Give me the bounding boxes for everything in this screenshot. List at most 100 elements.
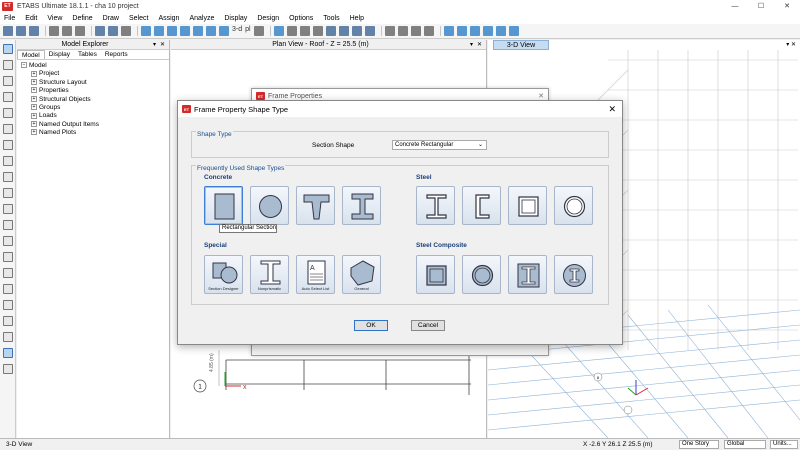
redo-icon[interactable] bbox=[62, 26, 72, 36]
undo-icon[interactable] bbox=[49, 26, 59, 36]
menu-edit[interactable]: Edit bbox=[25, 15, 37, 22]
zoom-fit-icon[interactable] bbox=[180, 26, 190, 36]
elevation-view-icon[interactable] bbox=[253, 26, 264, 36]
expand-icon[interactable]: + bbox=[31, 121, 37, 128]
draw-area-icon[interactable] bbox=[3, 204, 13, 214]
save-icon[interactable] bbox=[29, 26, 39, 36]
pin-icon[interactable]: ▾ bbox=[153, 41, 156, 48]
close-dialog-icon[interactable]: ✕ bbox=[608, 104, 616, 115]
concrete-rectangular-button[interactable] bbox=[204, 186, 243, 225]
tab-tables[interactable]: Tables bbox=[74, 50, 101, 59]
grid-icon[interactable] bbox=[443, 26, 454, 36]
tree-item-model[interactable]: − Model bbox=[21, 62, 165, 70]
plan-view-button[interactable]: pl bbox=[245, 26, 250, 36]
show-forces-icon[interactable] bbox=[397, 26, 408, 36]
story-dropdown[interactable]: One Story bbox=[679, 440, 719, 449]
close-panel-icon[interactable]: ✕ bbox=[160, 41, 165, 48]
3d-view-button[interactable]: 3-d bbox=[232, 26, 242, 36]
menu-analyze[interactable]: Analyze bbox=[189, 15, 214, 22]
draw-link-icon[interactable] bbox=[3, 220, 13, 230]
maximize-button[interactable]: ☐ bbox=[748, 0, 774, 12]
expand-icon[interactable]: + bbox=[31, 70, 37, 77]
tab-reports[interactable]: Reports bbox=[101, 50, 132, 59]
display-object-icon[interactable] bbox=[325, 26, 336, 36]
move-down-icon[interactable] bbox=[312, 26, 323, 36]
run-analysis-icon[interactable] bbox=[121, 26, 131, 36]
set-display-options-icon[interactable] bbox=[338, 26, 349, 36]
menu-help[interactable]: Help bbox=[350, 15, 364, 22]
tab-display[interactable]: Display bbox=[45, 50, 74, 59]
tree-item-project[interactable]: + Project bbox=[21, 70, 165, 78]
coord-system-dropdown[interactable]: Global bbox=[724, 440, 766, 449]
draw-rebar-icon[interactable] bbox=[3, 300, 13, 310]
pan-icon[interactable] bbox=[193, 26, 203, 36]
menu-tools[interactable]: Tools bbox=[323, 15, 339, 22]
open-icon[interactable] bbox=[16, 26, 26, 36]
tree-item-structure-layout[interactable]: + Structure Layout bbox=[21, 79, 165, 87]
section-shape-dropdown[interactable]: Concrete Rectangular ⌄ bbox=[392, 140, 487, 150]
menu-view[interactable]: View bbox=[47, 15, 62, 22]
steel-i-button[interactable] bbox=[416, 186, 455, 225]
auto-select-list-button[interactable]: A Auto Select List bbox=[296, 255, 335, 294]
frame-section-icon[interactable] bbox=[456, 26, 467, 36]
i-section-icon[interactable] bbox=[482, 26, 493, 36]
composite-encased-circle-button[interactable] bbox=[554, 255, 593, 294]
new-model-icon[interactable] bbox=[3, 26, 13, 36]
snap-icon[interactable] bbox=[3, 332, 13, 342]
draw-dimension-icon[interactable] bbox=[3, 236, 13, 246]
menu-draw[interactable]: Draw bbox=[103, 15, 119, 22]
show-deformed-icon[interactable] bbox=[384, 26, 395, 36]
tree-item-structural-objects[interactable]: + Structural Objects bbox=[21, 96, 165, 104]
close-window-button[interactable]: ✕ bbox=[774, 0, 800, 12]
draw-tendon-icon[interactable] bbox=[3, 284, 13, 294]
expand-icon[interactable]: + bbox=[31, 95, 37, 102]
reshape-icon[interactable] bbox=[3, 60, 13, 70]
tree-item-named-output-items[interactable]: + Named Output Items bbox=[21, 121, 165, 129]
show-tables-icon[interactable] bbox=[410, 26, 421, 36]
zoom-previous-icon[interactable] bbox=[206, 26, 216, 36]
menu-define[interactable]: Define bbox=[72, 15, 92, 22]
expand-icon[interactable]: + bbox=[31, 87, 37, 94]
zoom-window-icon[interactable] bbox=[141, 26, 151, 36]
expand-icon[interactable]: + bbox=[31, 112, 37, 119]
composite-filled-tube-button[interactable] bbox=[416, 255, 455, 294]
draw-joint-icon[interactable] bbox=[3, 316, 13, 326]
refresh-icon[interactable] bbox=[219, 26, 229, 36]
close-view-icon[interactable]: ✕ bbox=[791, 42, 796, 48]
units-button[interactable]: Units... bbox=[770, 440, 798, 449]
3d-view-tab[interactable]: 3-D View bbox=[493, 40, 549, 50]
design-icon[interactable] bbox=[423, 26, 434, 36]
steel-channel-button[interactable] bbox=[462, 186, 501, 225]
ok-button[interactable]: OK bbox=[354, 320, 388, 331]
extrude-icon[interactable] bbox=[364, 26, 375, 36]
draw-opening-icon[interactable] bbox=[3, 188, 13, 198]
concrete-tee-button[interactable] bbox=[296, 186, 335, 225]
tree-item-properties[interactable]: + Properties bbox=[21, 87, 165, 95]
draw-line-icon[interactable] bbox=[3, 124, 13, 134]
expand-icon[interactable]: + bbox=[31, 129, 37, 136]
draw-brace-icon[interactable] bbox=[3, 108, 13, 118]
pin-icon[interactable]: ▾ bbox=[786, 42, 789, 48]
draw-grid-icon[interactable] bbox=[3, 252, 13, 262]
snap-intersection-icon[interactable] bbox=[3, 364, 13, 374]
line-style-icon[interactable] bbox=[508, 26, 519, 36]
menu-design[interactable]: Design bbox=[257, 15, 279, 22]
menu-options[interactable]: Options bbox=[289, 15, 313, 22]
steel-tube-button[interactable] bbox=[508, 186, 547, 225]
draw-x-brace-icon[interactable] bbox=[3, 140, 13, 150]
composite-filled-pipe-button[interactable] bbox=[462, 255, 501, 294]
cancel-button[interactable]: Cancel bbox=[411, 320, 445, 331]
tree-item-named-plots[interactable]: + Named Plots bbox=[21, 129, 165, 137]
expand-icon[interactable]: + bbox=[31, 104, 37, 111]
wall-section-icon[interactable] bbox=[469, 26, 480, 36]
tree-item-groups[interactable]: + Groups bbox=[21, 104, 165, 112]
menu-assign[interactable]: Assign bbox=[158, 15, 179, 22]
close-view-icon[interactable]: ✕ bbox=[477, 41, 482, 48]
select-pointer-icon[interactable] bbox=[3, 44, 13, 54]
concrete-i-button[interactable] bbox=[342, 186, 381, 225]
menu-display[interactable]: Display bbox=[224, 15, 247, 22]
close-icon[interactable]: ✕ bbox=[538, 92, 544, 100]
move-up-icon[interactable] bbox=[299, 26, 310, 36]
shrink-objects-icon[interactable] bbox=[351, 26, 362, 36]
pointer-icon[interactable] bbox=[108, 26, 118, 36]
